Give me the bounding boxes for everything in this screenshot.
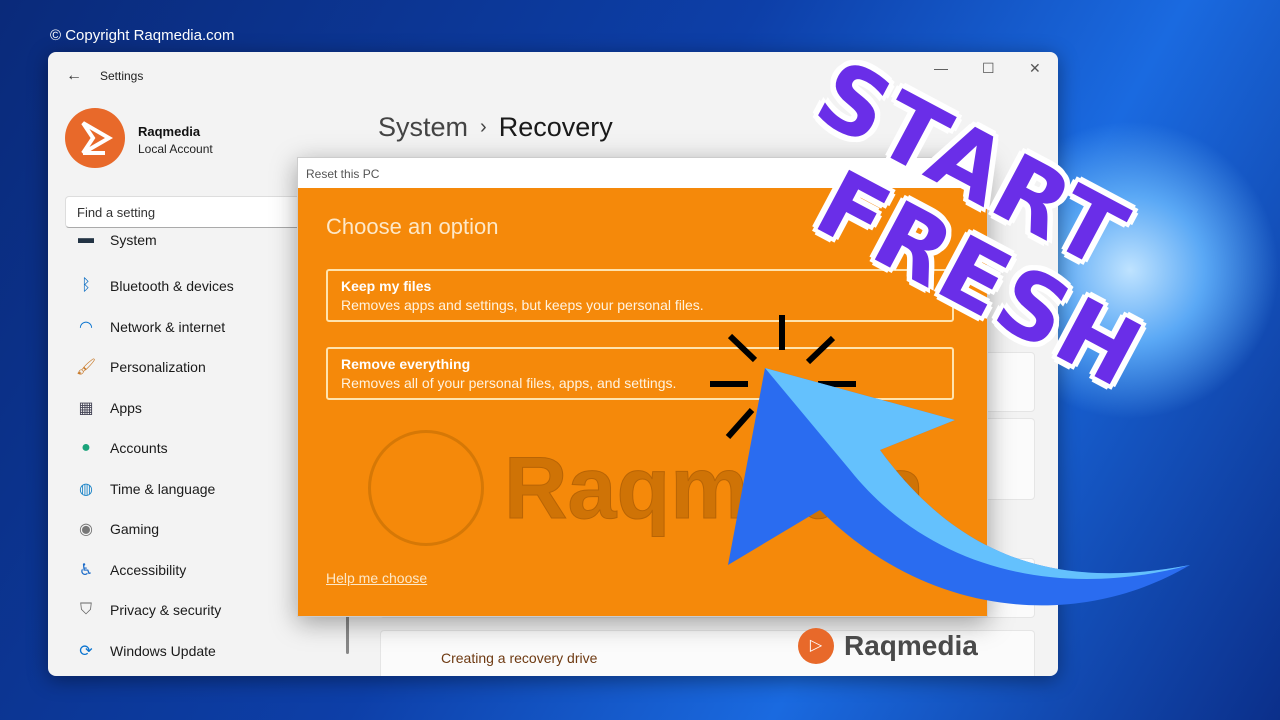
play-logo-icon: ▷ — [798, 628, 834, 664]
brand-logo-text: Raqmedia — [844, 630, 978, 661]
brand-logo: ▷ Raqmedia — [798, 628, 978, 664]
